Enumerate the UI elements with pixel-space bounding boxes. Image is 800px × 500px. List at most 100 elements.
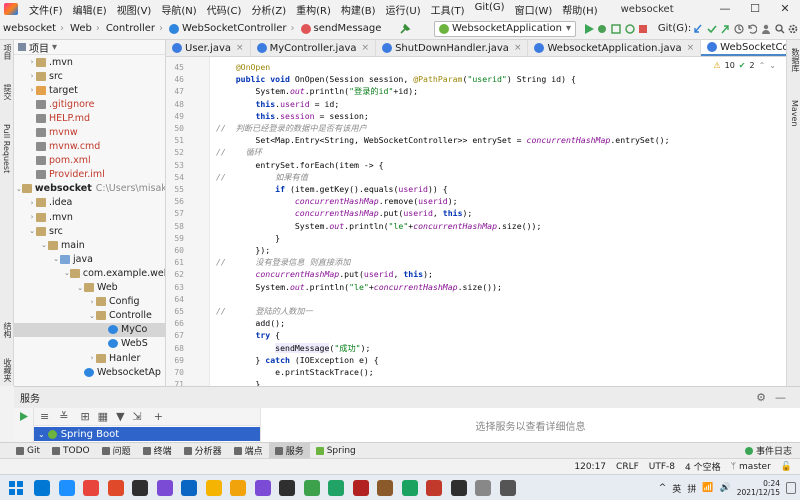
breadcrumb-subpackage[interactable]: Controller › (103, 23, 166, 34)
windows-start-icon[interactable] (8, 480, 24, 496)
git-branch[interactable]: ᛘ master (731, 462, 771, 472)
tree-item[interactable]: › .mvn (14, 210, 165, 224)
close-tab-icon[interactable]: × (514, 43, 522, 53)
code-line[interactable]: e.printStackTrace(); (216, 366, 374, 378)
coverage-icon[interactable] (609, 20, 623, 38)
chevron-down-icon[interactable]: ⌄ (88, 312, 96, 320)
code-line[interactable]: concurrentHashMap.remove(userid); (216, 195, 458, 207)
filter-icon[interactable]: ▼ (116, 410, 124, 423)
taskbar-app-icon[interactable] (475, 480, 491, 496)
code-line[interactable]: if (item.getKey().equals(userid)) { (216, 183, 448, 195)
inspection-widget[interactable]: ⚠ 10 ✔ 2 ⌃ ⌄ (713, 61, 776, 70)
cursor-position[interactable]: 120:17 (574, 462, 606, 472)
chevron-right-icon[interactable]: › (28, 58, 36, 66)
project-panel-title[interactable]: 项目 (29, 40, 49, 55)
chevron-right-icon[interactable]: › (88, 298, 96, 306)
clock[interactable]: 0:24 2021/12/15 (737, 479, 780, 497)
tree-item[interactable]: › Config (14, 295, 165, 309)
code-line[interactable]: System.out.println("登录的id"+id); (216, 85, 418, 97)
tree-item[interactable]: ⌄ main (14, 238, 165, 252)
taskbar-app-icon[interactable] (303, 480, 320, 496)
minimize-panel-icon[interactable]: — (775, 391, 786, 404)
tool-window-button[interactable]: 服务 (268, 442, 310, 459)
services-tree-item[interactable]: ⌄ Spring Boot (34, 427, 260, 441)
code-line[interactable]: add(); (216, 317, 285, 329)
taskbar-app-icon[interactable] (181, 480, 197, 496)
menu-item[interactable]: 视图(V) (112, 2, 157, 17)
maximize-button[interactable]: ☐ (740, 0, 770, 18)
tree-item[interactable]: ⌄ com.example.wel (14, 266, 165, 280)
taskbar-app-icon[interactable] (58, 480, 75, 496)
tree-item[interactable]: ⌄ src (14, 224, 165, 238)
chevron-down-icon[interactable]: ⌄ (76, 284, 84, 292)
code-line[interactable]: @OnOpen (216, 61, 271, 73)
indent-setting[interactable]: 4 个空格 (685, 460, 721, 473)
chevron-down-icon[interactable]: ⌄ (38, 430, 45, 439)
menu-item[interactable]: 工具(T) (426, 2, 470, 17)
taskbar-app-icon[interactable] (328, 480, 344, 496)
git-update-icon[interactable] (691, 20, 705, 38)
layout-icon[interactable]: ▦ (98, 410, 108, 423)
close-tab-icon[interactable]: × (236, 43, 244, 53)
chevron-down-icon[interactable]: ⌄ (64, 269, 70, 277)
git-push-icon[interactable] (718, 20, 732, 38)
code-line[interactable]: this.userid = id; (216, 98, 339, 110)
volume-icon[interactable]: 🔊 (720, 483, 731, 493)
close-tab-icon[interactable]: × (362, 43, 370, 53)
git-commit-icon[interactable] (705, 20, 719, 38)
tree-item[interactable]: › .mvn (14, 55, 165, 69)
code-line[interactable]: // 循环 (216, 146, 262, 158)
breadcrumb-package[interactable]: Web › (67, 23, 103, 34)
chevron-right-icon[interactable]: › (28, 86, 36, 94)
input-method[interactable]: 拼 (687, 482, 696, 495)
code-line[interactable]: // 登陆的人数加一 (216, 305, 313, 317)
editor-tab[interactable]: WebsocketApplication.java × (528, 40, 702, 56)
menu-item[interactable]: 窗口(W) (510, 2, 558, 17)
chevron-down-icon[interactable]: ⌄ (769, 61, 776, 70)
taskbar-app-icon[interactable] (377, 480, 393, 496)
taskbar-app-icon[interactable] (34, 480, 50, 496)
run-configuration-select[interactable]: WebsocketApplication ▾ (433, 20, 577, 37)
chevron-right-icon[interactable]: › (28, 213, 36, 221)
add-service-icon[interactable]: + (154, 410, 163, 423)
tool-window-database[interactable]: 数据库 (790, 48, 800, 72)
group-by-icon[interactable]: ⊞ (80, 410, 89, 423)
chevron-up-icon[interactable]: ⌃ (759, 61, 766, 70)
tray-expand-icon[interactable]: ^ (659, 483, 667, 493)
event-log-button[interactable]: 事件日志 (744, 444, 792, 457)
tool-window-button[interactable]: 终端 (137, 443, 178, 459)
taskbar-app-icon[interactable] (401, 480, 418, 496)
tree-item[interactable]: ⌄ Controlle (14, 309, 165, 323)
tree-item[interactable]: .gitignore (14, 97, 165, 111)
menu-item[interactable]: Git(G) (470, 2, 510, 17)
taskbar-app-icon[interactable] (230, 480, 246, 496)
code-line[interactable]: // 判断已经登录的数据中是否有该用户 (216, 122, 367, 134)
tree-item[interactable]: › src (14, 69, 165, 83)
profile-icon[interactable] (623, 20, 637, 38)
taskbar-app-icon[interactable] (107, 480, 124, 496)
history-icon[interactable] (732, 20, 746, 38)
code-line[interactable]: System.out.println("le"+concurrentHashMa… (216, 281, 502, 293)
tree-item[interactable]: › target (14, 83, 165, 97)
code-line[interactable]: Set<Map.Entry<String, WebSocketControlle… (216, 134, 669, 146)
tree-item[interactable]: › Hanler (14, 351, 165, 365)
tool-window-button[interactable]: Git (10, 443, 46, 459)
tool-window-maven[interactable]: Maven (790, 100, 799, 127)
chevron-down-icon[interactable]: ⌄ (52, 255, 60, 263)
menu-item[interactable]: 重构(R) (291, 2, 336, 17)
settings-gear-icon[interactable] (786, 20, 800, 38)
run-icon[interactable] (582, 20, 596, 38)
tree-item[interactable]: WebS (14, 337, 165, 351)
close-button[interactable]: ✕ (770, 0, 800, 18)
tree-item[interactable]: mvnw (14, 125, 165, 139)
menu-item[interactable]: 代码(C) (202, 2, 247, 17)
chevron-right-icon[interactable]: › (28, 72, 36, 80)
tool-window-button[interactable]: 端点 (228, 443, 269, 459)
chevron-right-icon[interactable]: › (28, 199, 36, 207)
code-line[interactable]: }); (216, 244, 270, 256)
taskbar-app-icon[interactable] (499, 480, 516, 496)
tool-window-button[interactable]: Spring (310, 443, 362, 459)
code-line[interactable]: concurrentHashMap.put(userid, this); (216, 268, 432, 280)
chevron-down-icon[interactable]: ⌄ (28, 227, 36, 235)
tool-window-button[interactable]: TODO (46, 443, 96, 459)
